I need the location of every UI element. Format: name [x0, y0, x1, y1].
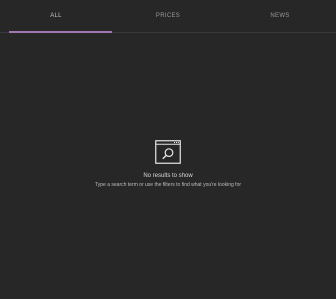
tab-news[interactable]: NEWS	[224, 0, 336, 32]
tab-all[interactable]: ALL	[0, 0, 112, 33]
search-panel: ALL PRICES NEWS No results to show Type …	[0, 0, 336, 299]
tab-news-label: NEWS	[270, 13, 290, 19]
tab-prices[interactable]: PRICES	[112, 0, 224, 32]
empty-state: No results to show Type a search term or…	[0, 140, 336, 188]
empty-state-title: No results to show	[143, 173, 193, 179]
tab-prices-label: PRICES	[155, 13, 181, 19]
search-window-icon	[155, 140, 181, 164]
active-tab-indicator	[9, 31, 112, 33]
empty-state-hint: Type a search term or use the filters to…	[94, 182, 242, 188]
tab-bar: ALL PRICES NEWS	[0, 0, 336, 33]
tab-all-label: ALL	[50, 13, 62, 19]
